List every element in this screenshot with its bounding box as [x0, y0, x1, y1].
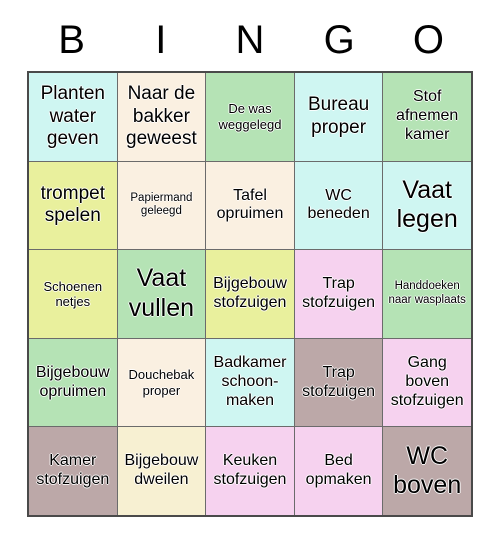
bingo-cell-label: Keuken stofzuigen: [213, 452, 287, 489]
bingo-cell-label: Douchebak proper: [128, 367, 195, 398]
bingo-cell-label: Trap stofzuigen: [302, 275, 376, 311]
bingo-header-letter-i: I: [155, 18, 167, 62]
bingo-cell[interactable]: Bijgebouw stofzuigen: [206, 250, 294, 338]
bingo-cell[interactable]: Schoenen netjes: [29, 250, 117, 338]
bingo-cell-label: Naar de bakker geweest: [126, 83, 197, 149]
bingo-cell-label: Papiermand geleegd: [130, 191, 193, 218]
bingo-header-letter-o: O: [412, 18, 444, 62]
bingo-card: B I N G O Planten water geven Naar de bak…: [0, 0, 500, 544]
bingo-cell-label: WC beneden: [307, 186, 370, 223]
bingo-cell-label: Bijgebouw dweilen: [124, 452, 199, 489]
bingo-cell[interactable]: Bijgebouw dweilen: [117, 427, 206, 515]
bingo-cell[interactable]: Papiermand geleegd: [117, 161, 206, 250]
bingo-cell[interactable]: Vaat vullen: [117, 250, 206, 338]
bingo-cell-label: Bed opmaken: [305, 452, 372, 489]
bingo-cell-label: Tafel opruimen: [216, 186, 284, 223]
bingo-cell[interactable]: Trap stofzuigen: [294, 250, 383, 338]
bingo-cell[interactable]: Naar de bakker geweest: [117, 73, 206, 161]
bingo-cell-label: Stof afnemen kamer: [396, 88, 459, 144]
bingo-cell-label: Badkamer schoon- maken: [213, 354, 287, 410]
bingo-cell-label: De was weggelegd: [218, 101, 282, 132]
bingo-cell-label: Bijgebouw stofzuigen: [213, 275, 287, 311]
bingo-cell[interactable]: Douchebak proper: [117, 338, 206, 427]
bingo-cell-label: Bureau proper: [307, 94, 370, 138]
bingo-cell[interactable]: Badkamer schoon- maken: [206, 338, 294, 427]
bingo-cell[interactable]: Bijgebouw opruimen: [29, 338, 117, 427]
bingo-cell[interactable]: trompet spelen: [29, 161, 117, 250]
bingo-cell-label: Gang boven stofzuigen: [390, 354, 464, 410]
bingo-cell[interactable]: De was weggelegd: [206, 73, 294, 161]
bingo-cell-label: Bijgebouw opruimen: [35, 363, 110, 400]
bingo-cell-label: trompet spelen: [40, 182, 105, 227]
bingo-cell[interactable]: Gang boven stofzuigen: [383, 338, 471, 427]
bingo-cell[interactable]: Bed opmaken: [294, 427, 383, 515]
bingo-header-row: B I N G O: [27, 12, 473, 68]
bingo-cell[interactable]: Keuken stofzuigen: [206, 427, 294, 515]
bingo-cell[interactable]: Kamer stofzuigen: [29, 427, 117, 515]
bingo-cell-label: WC boven: [393, 441, 462, 500]
bingo-cell[interactable]: Handdoeken naar wasplaats: [383, 250, 471, 338]
bingo-cell-label: Handdoeken naar wasplaats: [388, 280, 466, 306]
bingo-grid: Planten water geven Naar de bakker gewees…: [27, 71, 473, 517]
bingo-header-letter-b: B: [58, 18, 85, 62]
bingo-cell[interactable]: Tafel opruimen: [206, 161, 294, 250]
bingo-cell[interactable]: Bureau proper: [294, 73, 383, 161]
bingo-header-letter-g: G: [323, 18, 355, 62]
bingo-cell-label: Kamer stofzuigen: [36, 452, 110, 489]
bingo-cell-label: Schoenen netjes: [43, 278, 103, 309]
bingo-cell[interactable]: Planten water geven: [29, 73, 117, 161]
bingo-cell-label: Planten water geven: [40, 83, 106, 149]
bingo-cell-label: Trap stofzuigen: [302, 363, 376, 400]
bingo-cell[interactable]: Stof afnemen kamer: [383, 73, 471, 161]
bingo-cell[interactable]: Vaat legen: [383, 161, 471, 250]
bingo-cell[interactable]: WC beneden: [294, 161, 383, 250]
bingo-cell-label: Vaat legen: [396, 175, 458, 234]
bingo-cell[interactable]: Trap stofzuigen: [294, 338, 383, 427]
bingo-header-letter-n: N: [235, 18, 265, 62]
bingo-cell[interactable]: WC boven: [383, 427, 471, 515]
bingo-cell-label: Vaat vullen: [128, 264, 195, 322]
